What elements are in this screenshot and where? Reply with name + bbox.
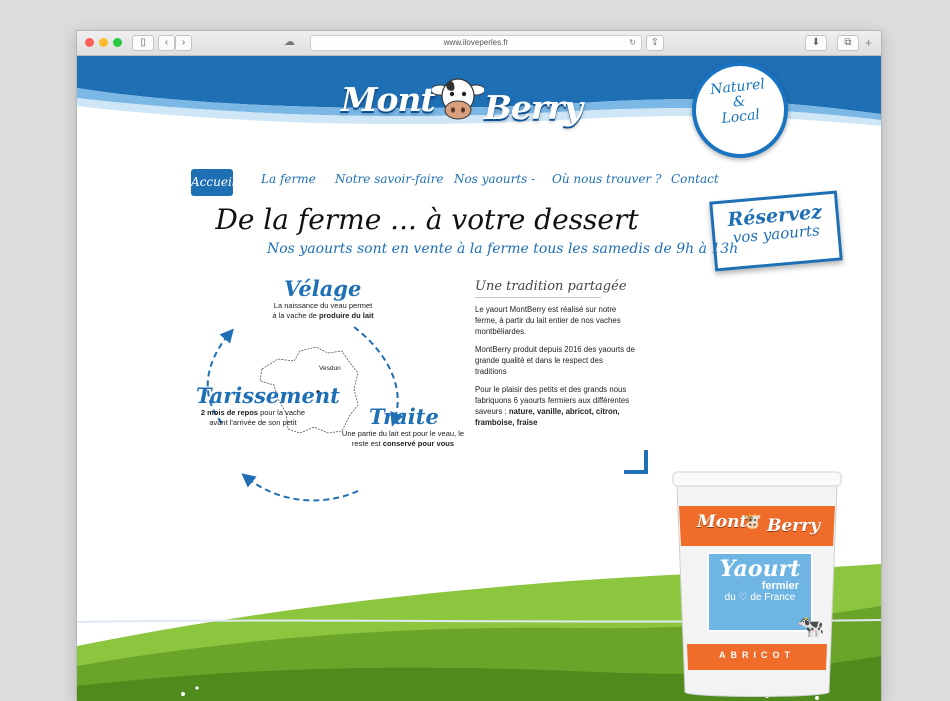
tradition-paragraph-2: MontBerry produit depuis 2016 des yaourt… [475, 345, 635, 376]
back-arrow-icon[interactable]: ‹ [158, 35, 175, 51]
cup-cow-icon: 🐮 [743, 513, 762, 530]
nav-item-savoir-faire[interactable]: Notre savoir-faire [335, 172, 443, 186]
logo-text-mont: Mont [341, 80, 436, 119]
close-window-button[interactable] [85, 38, 94, 47]
cup-logo-mont: Mont [697, 512, 748, 532]
nav-item-nos-yaourts[interactable]: Nos yaourts - [454, 172, 535, 186]
cycle-desc-velage: La naissance du veau permet à la vache d… [272, 301, 374, 320]
cup-yaourt-text: Yaourt [719, 556, 801, 582]
yogurt-cup-image: Mont 🐮 Berry Yaourt fermier du ♡ de Fran… [669, 466, 845, 701]
heart-icon: ♡ [738, 592, 748, 603]
sidebar-toggle-icon[interactable]: ▯ [132, 35, 154, 51]
cow-head-icon [432, 78, 484, 120]
logo-text-berry: Berry [484, 88, 583, 127]
page-title: De la ferme ... à votre dessert [215, 203, 639, 236]
nav-item-accueil[interactable]: Accueil [191, 169, 236, 196]
nav-item-ou-trouver[interactable]: Où nous trouver ? [552, 172, 661, 186]
cycle-arrow-bottom [241, 473, 359, 502]
tradition-paragraph-3: Pour le plaisir des petits et des grands… [475, 385, 630, 427]
cycle-desc-traite: Une partie du lait est pour le veau, le … [341, 429, 465, 448]
tradition-paragraph-1: Le yaourt MontBerry est réalisé sur notr… [475, 305, 621, 336]
web-page: Mont Berry Naturel & Local Accueil La fe… [77, 56, 881, 701]
cup-flavor-label: ABRICOT [719, 650, 795, 660]
new-tab-icon[interactable]: + [865, 36, 872, 50]
cycle-label-traite: Traite [369, 404, 439, 429]
minimize-window-button[interactable] [99, 38, 108, 47]
map-label-vesdun: Vesdun [319, 365, 341, 372]
cup-logo-berry: Berry [767, 516, 820, 536]
nav-item-contact[interactable]: Contact [671, 172, 719, 186]
reload-icon[interactable]: ↻ [629, 36, 636, 50]
page-subtitle: Nos yaourts sont en vente à la ferme tou… [267, 241, 739, 257]
cycle-label-velage: Vélage [284, 276, 362, 301]
zoom-window-button[interactable] [113, 38, 122, 47]
share-icon[interactable]: ⇪ [646, 35, 664, 51]
cycle-desc-tarissement: 2 mois de repos pour la vache avant l'ar… [200, 408, 306, 427]
tradition-text-box: Le yaourt MontBerry est réalisé sur notr… [464, 298, 646, 478]
browser-toolbar: ▯ ‹ › ☁ www.iloveperles.fr ↻ ⇪ ⬇ ⧉ + [77, 31, 881, 56]
tradition-title: Une tradition partagée [475, 279, 627, 294]
tabs-overview-icon[interactable]: ⧉ [837, 35, 859, 51]
download-icon[interactable]: ⬇ [805, 35, 827, 51]
browser-window: ▯ ‹ › ☁ www.iloveperles.fr ↻ ⇪ ⬇ ⧉ + Mon… [76, 30, 882, 701]
cup-cow-illustration-icon: 🐄 [797, 614, 825, 639]
reserve-yaourts-button[interactable]: Réservez vos yaourts [709, 190, 843, 272]
address-bar[interactable]: www.iloveperles.fr ↻ [310, 35, 642, 51]
nav-item-la-ferme[interactable]: La ferme [261, 172, 316, 186]
cycle-label-tarissement: Tarissement [196, 383, 340, 408]
cloud-icon[interactable]: ☁ [284, 35, 295, 48]
url-text: www.iloveperles.fr [443, 38, 509, 47]
cup-origin-text: du ♡ de France [724, 592, 796, 603]
text-box-corner-accent [624, 450, 648, 474]
forward-arrow-icon[interactable]: › [175, 35, 192, 51]
